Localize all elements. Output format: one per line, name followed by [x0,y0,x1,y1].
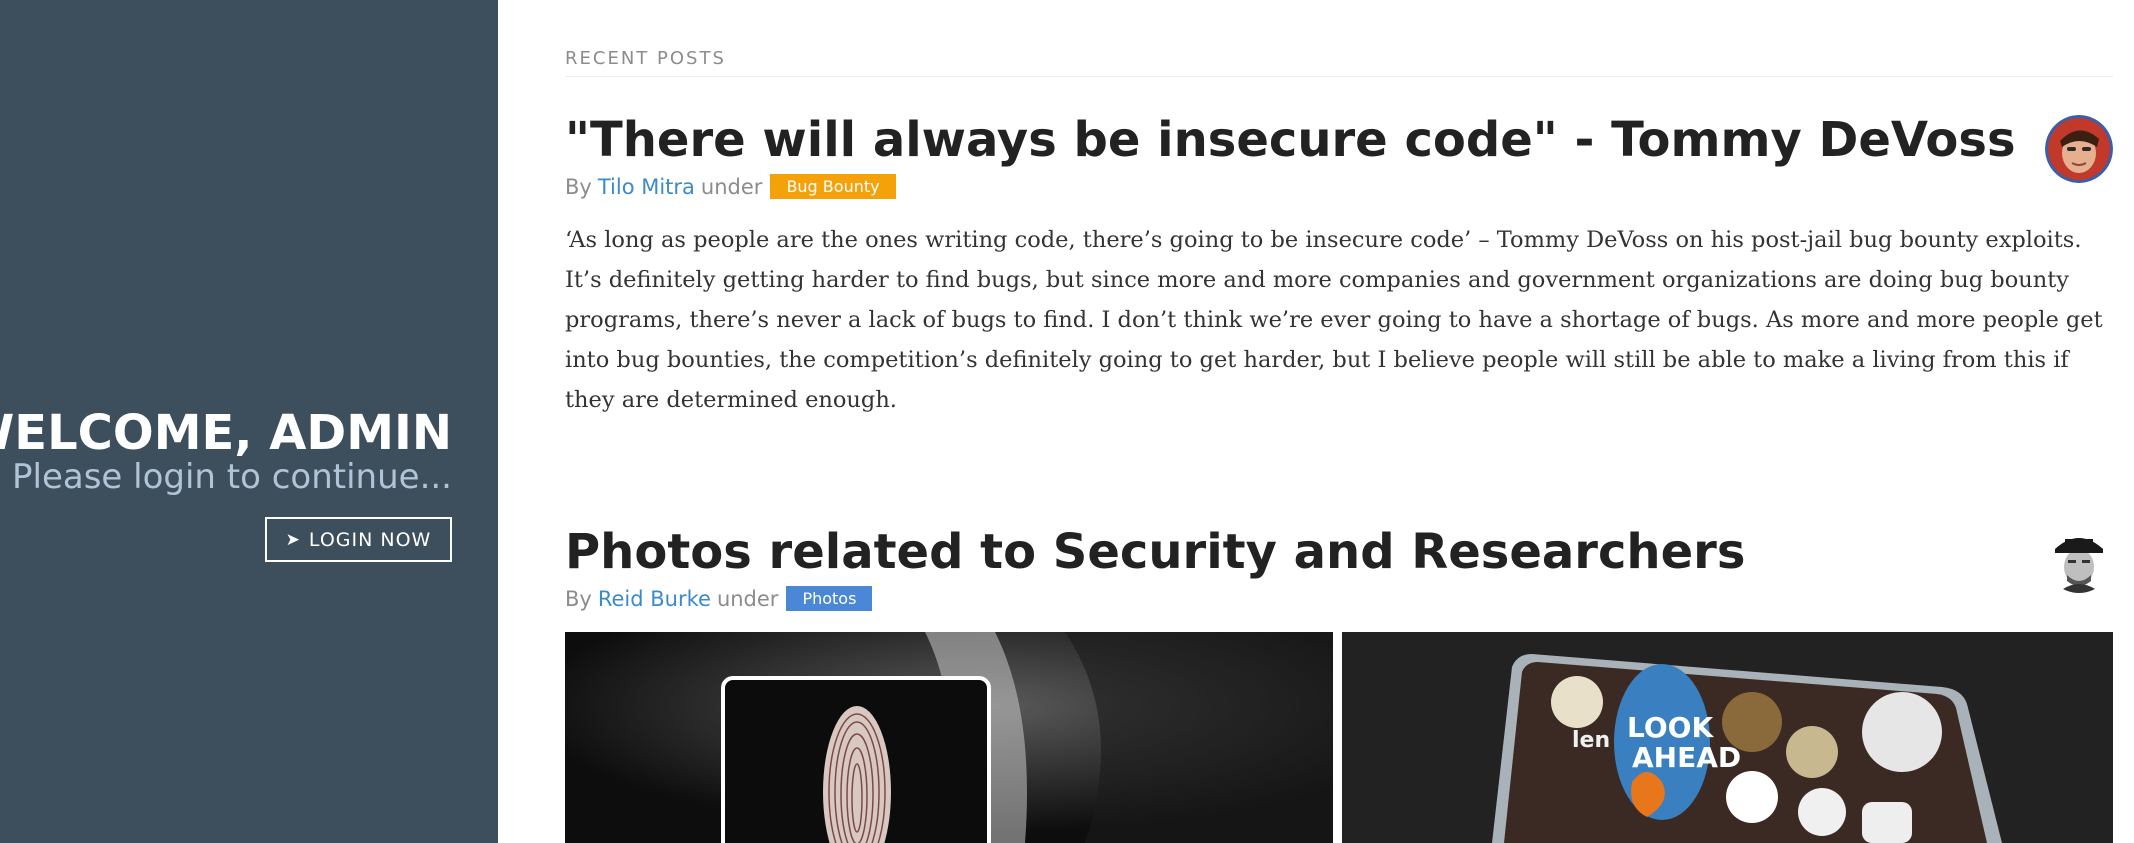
post-excerpt: ‘As long as people are the ones writing … [565,227,2103,413]
sidebar: WELCOME, ADMIN Please login to continue.… [0,0,498,843]
welcome-heading: WELCOME, ADMIN [0,405,452,461]
section-title: RECENT POSTS [565,48,2113,77]
post-title[interactable]: Photos related to Security and Researche… [565,524,1745,580]
author-link[interactable]: Tilo Mitra [598,175,695,199]
svg-text:LOOK: LOOK [1627,711,1714,744]
arrow-icon: ➤ [285,529,301,550]
svg-text:len: len [1572,728,1610,753]
post-meta: By Reid Burke under Photos [565,586,873,611]
category-tag[interactable]: Photos [786,586,873,611]
login-tagline: Please login to continue... [12,457,452,497]
login-now-button[interactable]: ➤ LOGIN NOW [265,517,452,562]
post-meta: By Tilo Mitra under Bug Bounty [565,174,896,199]
under-label: under [716,586,779,611]
svg-text:AHEAD: AHEAD [1632,741,1741,774]
photo-laptop-stickers[interactable]: LOOK AHEAD len [1342,632,2113,843]
author-avatar [2045,525,2113,593]
post-title[interactable]: "There will always be insecure code" - T… [565,112,2016,168]
by-label: By [565,586,592,611]
author-avatar [2045,115,2113,183]
login-now-label: LOGIN NOW [308,528,432,551]
by-label: By [565,174,592,199]
category-tag[interactable]: Bug Bounty [770,174,896,199]
author-link[interactable]: Reid Burke [598,587,711,611]
under-label: under [700,174,763,199]
photo-fingerprint[interactable] [565,632,1333,843]
